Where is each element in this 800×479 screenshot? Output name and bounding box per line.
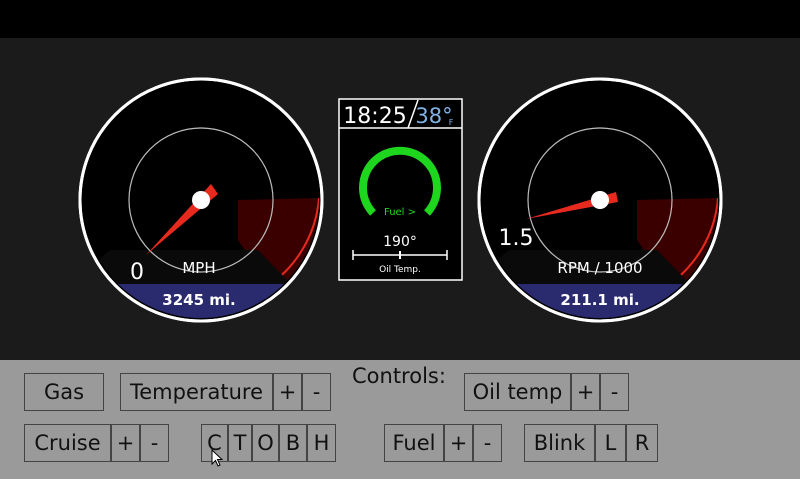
cruise-plus-button[interactable]: + xyxy=(111,424,140,462)
gear-o-button[interactable]: O xyxy=(252,424,279,462)
clock-display: 18:25 xyxy=(343,104,406,129)
odometer-value: 3245 mi. xyxy=(162,291,235,309)
cruise-button[interactable]: Cruise xyxy=(24,424,111,462)
oil-temp-button[interactable]: Oil temp xyxy=(464,373,571,411)
gas-button[interactable]: Gas xyxy=(24,373,104,411)
tachometer: 1.5 RPM / 1000 211.1 mi. xyxy=(477,77,723,323)
cruise-minus-button[interactable]: - xyxy=(140,424,169,462)
outside-temp-unit: F xyxy=(449,118,454,127)
blink-left-button[interactable]: L xyxy=(595,424,626,462)
mouse-cursor-icon xyxy=(211,449,224,467)
rpm-needle-hub xyxy=(591,191,609,209)
temperature-minus-button[interactable]: - xyxy=(302,373,331,411)
rpm-value: 1.5 xyxy=(499,226,534,251)
fuel-button[interactable]: Fuel xyxy=(384,424,444,462)
blink-button[interactable]: Blink xyxy=(524,424,595,462)
controls-panel: Controls: Gas Temperature + - Oil temp +… xyxy=(0,360,800,479)
gear-h-button[interactable]: H xyxy=(307,424,336,462)
speed-unit-label: MPH xyxy=(182,259,215,277)
fuel-plus-button[interactable]: + xyxy=(444,424,473,462)
oil-temp-minus-button[interactable]: - xyxy=(600,373,629,411)
gear-t-button[interactable]: T xyxy=(228,424,252,462)
temperature-plus-button[interactable]: + xyxy=(273,373,302,411)
oil-temp-plus-button[interactable]: + xyxy=(571,373,600,411)
outside-temp: 38° xyxy=(415,104,452,128)
speed-value: 0 xyxy=(130,260,144,285)
center-info-panel: 18:25 38° F Fuel > 190° Oil Temp. xyxy=(338,98,463,281)
oil-temp-label: Oil Temp. xyxy=(379,265,421,275)
trip-value: 211.1 mi. xyxy=(560,291,639,309)
speedometer: 0 MPH 3245 mi. xyxy=(78,77,324,323)
rpm-unit-label: RPM / 1000 xyxy=(557,259,642,277)
fuel-label: Fuel > xyxy=(384,207,416,218)
gear-b-button[interactable]: B xyxy=(279,424,307,462)
fuel-minus-button[interactable]: - xyxy=(473,424,502,462)
controls-title: Controls: xyxy=(352,364,446,388)
temperature-button[interactable]: Temperature xyxy=(120,373,273,411)
blink-right-button[interactable]: R xyxy=(626,424,658,462)
oil-temp-value: 190° xyxy=(383,234,417,250)
speed-needle-hub xyxy=(192,191,210,209)
